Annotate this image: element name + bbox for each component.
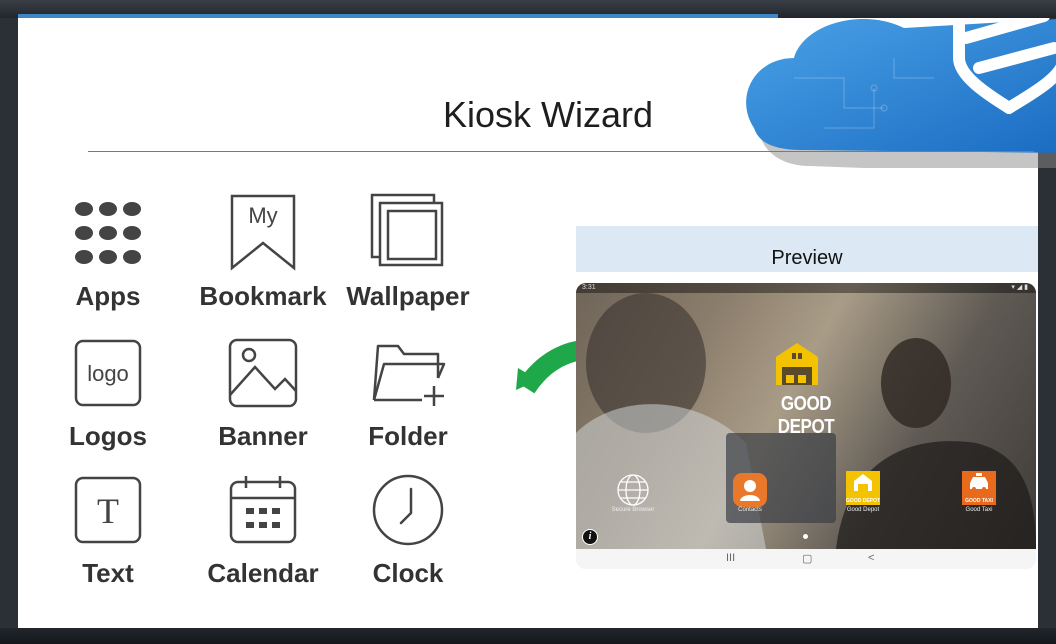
tile-calendar[interactable]: Calendar xyxy=(193,470,333,589)
clock-icon xyxy=(338,470,478,550)
tile-banner[interactable]: Banner xyxy=(193,333,333,452)
tile-folder-label: Folder xyxy=(368,421,448,451)
tile-wallpaper-label: Wallpaper xyxy=(346,281,470,311)
folder-add-icon xyxy=(338,333,478,413)
app-caption-contacts: Contacts xyxy=(738,507,762,513)
tile-clock[interactable]: Clock xyxy=(338,470,478,589)
text-icon: T xyxy=(38,470,178,550)
good-taxi-icon xyxy=(970,473,988,491)
tile-text-label: Text xyxy=(82,558,134,588)
brand-name: GOOD DEPOT xyxy=(777,393,835,438)
tile-folder[interactable]: Folder xyxy=(338,333,478,452)
contacts-icon xyxy=(740,480,760,501)
bookmark-icon: My xyxy=(193,193,333,273)
app-caption-good-depot: Good Depot xyxy=(846,507,880,513)
info-button[interactable]: i xyxy=(582,529,598,545)
calendar-icon xyxy=(193,470,333,550)
app-contacts[interactable] xyxy=(733,473,767,507)
good-depot-icon xyxy=(854,474,872,491)
device-nav-bar: III ▢ < xyxy=(576,549,1036,569)
nav-home-button[interactable]: ▢ xyxy=(802,552,812,565)
logo-icon: logo xyxy=(38,333,178,413)
app-caption-secure-browser: Secure Browser xyxy=(611,507,655,513)
globe-icon xyxy=(617,474,649,506)
tile-calendar-label: Calendar xyxy=(207,558,319,588)
tile-bookmark-label: Bookmark xyxy=(199,281,327,311)
page-indicator xyxy=(803,534,808,539)
tile-text[interactable]: T Text xyxy=(38,470,178,589)
preview-heading: Preview xyxy=(576,226,1038,272)
window-frame-bottom xyxy=(0,628,1056,644)
logo-icon-text: logo xyxy=(87,361,129,386)
apps-grid-icon xyxy=(38,193,178,273)
slide-canvas: Kiosk Wizard Apps My Bookmark Wallpaper … xyxy=(18,18,1056,628)
status-time: 3:31 xyxy=(582,284,596,291)
app-secure-browser[interactable] xyxy=(616,473,650,507)
tile-banner-label: Banner xyxy=(218,421,308,451)
page-title: Kiosk Wizard xyxy=(442,94,654,135)
depot-warehouse-icon xyxy=(776,343,818,385)
nav-back-button[interactable]: < xyxy=(868,552,874,564)
text-icon-glyph: T xyxy=(97,491,119,531)
tile-apps[interactable]: Apps xyxy=(38,193,178,312)
bookmark-icon-text: My xyxy=(248,203,277,228)
wallpaper-icon xyxy=(338,193,478,273)
nav-recent-button[interactable]: III xyxy=(726,552,735,564)
device-screen: 3:31 ▾ ◢ ▮ GOOD DEPOT Secure Browser Con… xyxy=(576,283,1036,549)
cloud-shield-logo xyxy=(746,18,1056,168)
tile-wallpaper[interactable]: Wallpaper xyxy=(338,193,478,312)
status-bar: 3:31 ▾ ◢ ▮ xyxy=(576,283,1036,293)
device-preview: 3:31 ▾ ◢ ▮ GOOD DEPOT Secure Browser Con… xyxy=(576,283,1036,569)
tile-logos[interactable]: logo Logos xyxy=(38,333,178,452)
app-caption-good-taxi: Good Taxi xyxy=(965,507,993,513)
tile-apps-label: Apps xyxy=(75,281,141,311)
tile-clock-label: Clock xyxy=(372,558,444,588)
tile-logos-label: Logos xyxy=(69,421,147,451)
tile-bookmark[interactable]: My Bookmark xyxy=(193,193,333,312)
app-good-depot[interactable]: GOOD DEPOT xyxy=(846,471,880,505)
app-good-taxi[interactable]: GOOD TAXI xyxy=(962,471,996,505)
banner-image-icon xyxy=(193,333,333,413)
title-divider xyxy=(88,151,1034,152)
